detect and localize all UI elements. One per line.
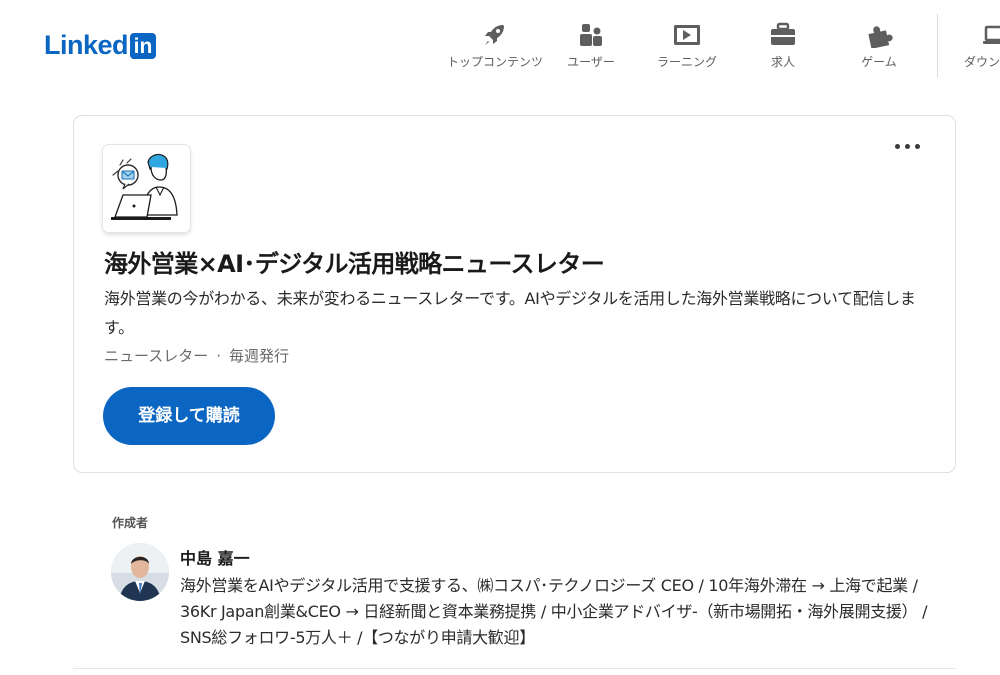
author-heading: 作成者 [112,516,149,530]
nav-download-label: ダウンロード [964,55,1000,69]
nav-games-label: ゲーム [861,55,897,69]
nav-jobs[interactable]: 求人 [733,22,833,70]
logo-wordmark: Linked [44,30,129,60]
newsletter-frequency: 毎週発行 [229,347,290,365]
newsletter-card: 海外営業×AI･デジタル活用戦略ニュースレター 海外営業の今がわかる、未来が変わ… [73,115,956,473]
nav-users-label: ユーザー [567,55,615,69]
laptop-icon [983,25,1000,44]
nav-jobs-label: 求人 [770,55,795,69]
nav-learning-label: ラーニング [656,55,717,69]
newsletter-title: 海外営業×AI･デジタル活用戦略ニュースレター [104,250,605,278]
briefcase-icon [771,22,795,45]
logo-in-box: in [130,32,157,59]
nav-top-content[interactable]: トップコンテンツ [445,22,545,70]
section-divider [73,668,956,669]
people-icon [580,24,602,46]
nav-divider [937,14,938,78]
more-options-icon[interactable] [895,136,925,156]
nav-users[interactable]: ユーザー [541,22,641,70]
nav-download[interactable]: ダウンロード [945,22,1000,70]
newsletter-meta: ニュースレター · 毎週発行 [104,345,289,366]
linkedin-logo[interactable]: Linked in [44,30,157,61]
nav-learning[interactable]: ラーニング [637,22,737,70]
avatar[interactable] [111,543,169,601]
newsletter-description: 海外営業の今がわかる、未来が変わるニュースレターです。AIやデジタルを活用した海… [104,289,916,337]
nav-games[interactable]: ゲーム [829,22,929,70]
top-navigation: Linked in トップコンテンツ ユーザー ラーニング 求人 ゲーム ダウン [0,0,1000,90]
rocket-icon [485,25,504,45]
meta-separator: · [216,347,222,365]
video-icon [674,25,700,45]
subscribe-button[interactable]: 登録して購読 [103,387,275,445]
author-bio: 海外営業をAIやデジタル活用で支援する、㈱コスパ･テクノロジーズ CEO / 1… [180,576,928,647]
newsletter-type: ニュースレター [104,347,209,365]
author-name[interactable]: 中島 嘉一 [180,545,250,569]
puzzle-icon [868,26,893,48]
newsletter-thumbnail [103,145,190,232]
nav-top-content-label: トップコンテンツ [446,55,543,69]
